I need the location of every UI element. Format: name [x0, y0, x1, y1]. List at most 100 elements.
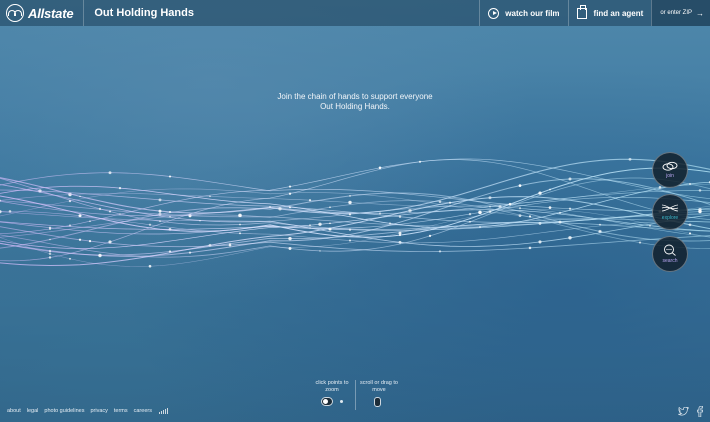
hand-point[interactable]	[158, 198, 162, 202]
footer-link-photo-guidelines[interactable]: photo guidelines	[44, 408, 84, 414]
hand-point[interactable]	[319, 250, 321, 252]
site-title[interactable]: Out Holding Hands	[84, 7, 479, 19]
hand-point[interactable]	[378, 166, 382, 170]
hand-point[interactable]	[78, 214, 82, 218]
footer-link-terms[interactable]: terms	[114, 408, 128, 414]
hand-point[interactable]	[309, 224, 311, 226]
hand-point[interactable]	[288, 247, 292, 250]
hand-point[interactable]	[329, 222, 331, 225]
hand-point[interactable]	[468, 212, 472, 216]
hand-point[interactable]	[568, 236, 572, 240]
hand-point[interactable]	[228, 243, 232, 247]
hand-point[interactable]	[109, 210, 111, 213]
hand-point[interactable]	[239, 232, 241, 235]
hand-strand[interactable]	[0, 158, 710, 214]
hand-point[interactable]	[398, 240, 402, 244]
hand-point[interactable]	[98, 253, 102, 258]
hand-point[interactable]	[158, 209, 162, 213]
hand-point[interactable]	[428, 234, 432, 238]
signal-bars-icon[interactable]	[158, 408, 168, 414]
hand-point[interactable]	[548, 206, 552, 209]
explore-button[interactable]: explore	[652, 194, 688, 230]
hand-point[interactable]	[49, 249, 51, 252]
hand-point[interactable]	[348, 200, 352, 205]
hand-point[interactable]	[398, 234, 402, 237]
hand-point[interactable]	[69, 257, 71, 260]
hand-point[interactable]	[349, 239, 351, 242]
hand-point[interactable]	[188, 251, 192, 254]
hand-point[interactable]	[98, 207, 102, 210]
hand-point[interactable]	[528, 246, 532, 250]
hands-visualization[interactable]	[0, 0, 710, 422]
hand-point[interactable]	[159, 220, 161, 223]
hand-point[interactable]	[638, 241, 642, 244]
hand-point[interactable]	[549, 188, 551, 191]
hand-point[interactable]	[488, 210, 492, 213]
hand-point[interactable]	[239, 223, 241, 226]
hand-point[interactable]	[469, 221, 471, 223]
hand-point[interactable]	[308, 199, 312, 202]
hand-point[interactable]	[208, 243, 212, 247]
hand-point[interactable]	[49, 238, 51, 241]
hand-point[interactable]	[148, 223, 152, 226]
hand-point[interactable]	[148, 264, 152, 268]
hand-point[interactable]	[329, 206, 331, 209]
hand-point[interactable]	[649, 224, 651, 227]
hand-point[interactable]	[628, 157, 632, 161]
hand-point[interactable]	[119, 213, 121, 215]
hand-point[interactable]	[199, 220, 201, 222]
hand-point[interactable]	[438, 250, 442, 253]
hand-point[interactable]	[288, 236, 292, 241]
hand-point[interactable]	[698, 189, 702, 192]
facebook-icon[interactable]	[697, 406, 703, 417]
hand-point[interactable]	[209, 195, 211, 198]
watch-film-button[interactable]: watch our film	[479, 0, 567, 26]
hand-point[interactable]	[488, 196, 492, 200]
hand-point[interactable]	[68, 224, 72, 227]
hand-point[interactable]	[238, 213, 242, 218]
zoom-toggle-icon[interactable]	[321, 397, 333, 406]
hand-point[interactable]	[78, 238, 82, 241]
hand-point[interactable]	[418, 160, 422, 163]
hand-point[interactable]	[48, 227, 52, 230]
hand-point[interactable]	[518, 184, 522, 187]
hand-point[interactable]	[478, 210, 482, 215]
search-button[interactable]: search	[652, 236, 688, 272]
hand-point[interactable]	[378, 212, 382, 215]
hand-point[interactable]	[108, 240, 112, 244]
footer-link-privacy[interactable]: privacy	[90, 408, 107, 414]
hand-strand[interactable]	[0, 181, 710, 229]
hand-strand[interactable]	[0, 172, 710, 211]
hand-point[interactable]	[518, 207, 522, 210]
hand-point[interactable]	[568, 207, 572, 210]
hand-point[interactable]	[538, 240, 542, 244]
hand-point[interactable]	[168, 175, 172, 178]
hand-point[interactable]	[658, 186, 662, 189]
hand-point[interactable]	[558, 220, 562, 224]
hand-point[interactable]	[118, 186, 122, 190]
find-agent-button[interactable]: find an agent	[567, 0, 652, 26]
hand-point[interactable]	[169, 210, 171, 213]
hand-point[interactable]	[349, 195, 351, 197]
hand-point[interactable]	[0, 210, 2, 214]
hand-point[interactable]	[79, 195, 81, 198]
hand-point[interactable]	[438, 200, 442, 204]
hand-point[interactable]	[688, 223, 692, 227]
join-button[interactable]: join	[652, 152, 688, 188]
hand-point[interactable]	[288, 192, 292, 195]
twitter-icon[interactable]	[678, 407, 689, 416]
hand-point[interactable]	[288, 185, 292, 188]
hand-point[interactable]	[698, 207, 702, 212]
hand-point[interactable]	[48, 252, 52, 255]
hand-point[interactable]	[88, 239, 92, 243]
zip-entry-button[interactable]: or enter ZIP →	[651, 0, 710, 26]
hand-point[interactable]	[89, 220, 91, 223]
hand-point[interactable]	[169, 215, 171, 218]
hand-point[interactable]	[688, 232, 692, 235]
footer-link-about[interactable]: about	[7, 408, 21, 414]
hand-point[interactable]	[448, 201, 452, 204]
hand-point[interactable]	[408, 208, 412, 213]
hand-point[interactable]	[538, 191, 542, 195]
allstate-logo[interactable]: Allstate	[0, 0, 83, 26]
footer-link-legal[interactable]: legal	[27, 408, 39, 414]
